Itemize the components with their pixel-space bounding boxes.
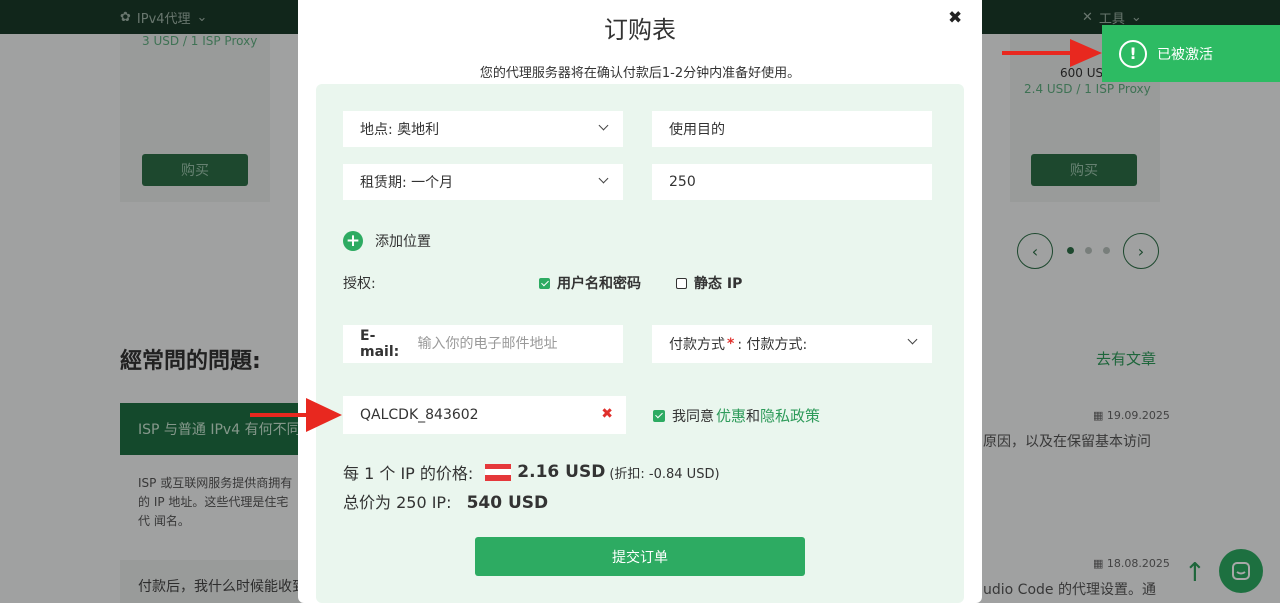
modal-title: 订购表 [604, 16, 676, 44]
payment-label: 付款方式 [669, 337, 725, 353]
email-input[interactable] [417, 336, 606, 352]
price-per-ip: 每 1 个 IP 的价格: 2.16 USD (折扣: -0.84 USD) [343, 460, 720, 484]
price-per-ip-value: 2.16 USD [517, 462, 606, 482]
rental-period-select[interactable]: 租赁期: 一个月 [343, 164, 623, 200]
payment-method-select[interactable]: 付款方式 *: 付款方式: [652, 325, 932, 363]
red-arrow-icon [250, 398, 342, 432]
price-per-ip-label: 每 1 个 IP 的价格: [343, 464, 474, 483]
purpose-input[interactable]: 使用目的 [652, 111, 932, 147]
period-label: 租赁期: [360, 175, 407, 191]
chevron-down-icon [598, 120, 609, 131]
order-form-panel: 地点: 奥地利 使用目的 租赁期: 一个月 250 + 添加位置 授权: 用户名… [316, 84, 964, 603]
discount-text: (折扣: -0.84 USD) [609, 466, 720, 482]
period-value: 一个月 [411, 175, 454, 191]
chevron-down-icon [907, 334, 918, 345]
auth-userpass-label: 用户名和密码 [557, 276, 641, 292]
quantity-value: 250 [669, 174, 696, 190]
clear-icon[interactable]: ✖ [601, 406, 613, 422]
location-label: 地点: [360, 122, 393, 138]
agree-prefix: 我同意 [672, 408, 714, 425]
red-arrow-icon [1002, 39, 1102, 67]
checkbox-checked[interactable] [653, 409, 665, 422]
add-location-label: 添加位置 [375, 234, 431, 250]
auth-static-ip-option[interactable]: 静态 IP [676, 273, 742, 293]
coupon-value: QALCDK_843602 [360, 407, 479, 423]
location-select[interactable]: 地点: 奥地利 [343, 111, 623, 147]
purpose-placeholder: 使用目的 [669, 122, 725, 138]
coupon-input[interactable]: QALCDK_843602 ✖ [343, 396, 626, 434]
agree-and: 和 [746, 409, 761, 425]
add-location-button[interactable]: + 添加位置 [343, 231, 431, 251]
total-value: 540 USD [466, 493, 549, 513]
plus-circle-icon: + [343, 231, 363, 251]
required-mark: * [727, 336, 735, 352]
auth-userpass-option[interactable]: 用户名和密码 [539, 273, 641, 293]
privacy-policy-link[interactable]: 隐私政策 [760, 407, 820, 425]
auth-label: 授权: [343, 276, 376, 292]
modal-subtitle: 您的代理服务器将在确认付款后1-2分钟内准备好使用。 [479, 66, 801, 81]
location-value: 奥地利 [397, 122, 440, 138]
activation-toast: ! 已被激活 [1102, 25, 1280, 82]
close-icon[interactable]: ✖ [948, 8, 962, 28]
exclamation-icon: ! [1119, 39, 1147, 68]
email-label: E-mail: [360, 328, 400, 360]
total-price: 总价为 250 IP: 540 USD [343, 489, 548, 513]
quantity-input[interactable]: 250 [652, 164, 932, 200]
checkbox-checked[interactable] [539, 277, 550, 289]
agree-terms[interactable]: 我同意 优惠和隐私政策 [653, 405, 820, 426]
austria-flag-icon [485, 463, 512, 481]
toast-message: 已被激活 [1157, 46, 1213, 63]
chevron-down-icon [598, 173, 609, 184]
total-label: 总价为 250 IP: [343, 493, 452, 512]
auth-static-ip-label: 静态 IP [694, 276, 743, 292]
checkbox-unchecked[interactable] [676, 277, 687, 289]
email-field[interactable]: E-mail: [343, 325, 623, 363]
order-form-modal: 订购表 ✖ 您的代理服务器将在确认付款后1-2分钟内准备好使用。 地点: 奥地利… [298, 0, 982, 603]
submit-order-button[interactable]: 提交订单 [475, 537, 805, 576]
payment-value: : 付款方式: [737, 337, 808, 353]
offer-link[interactable]: 优惠 [716, 407, 746, 425]
